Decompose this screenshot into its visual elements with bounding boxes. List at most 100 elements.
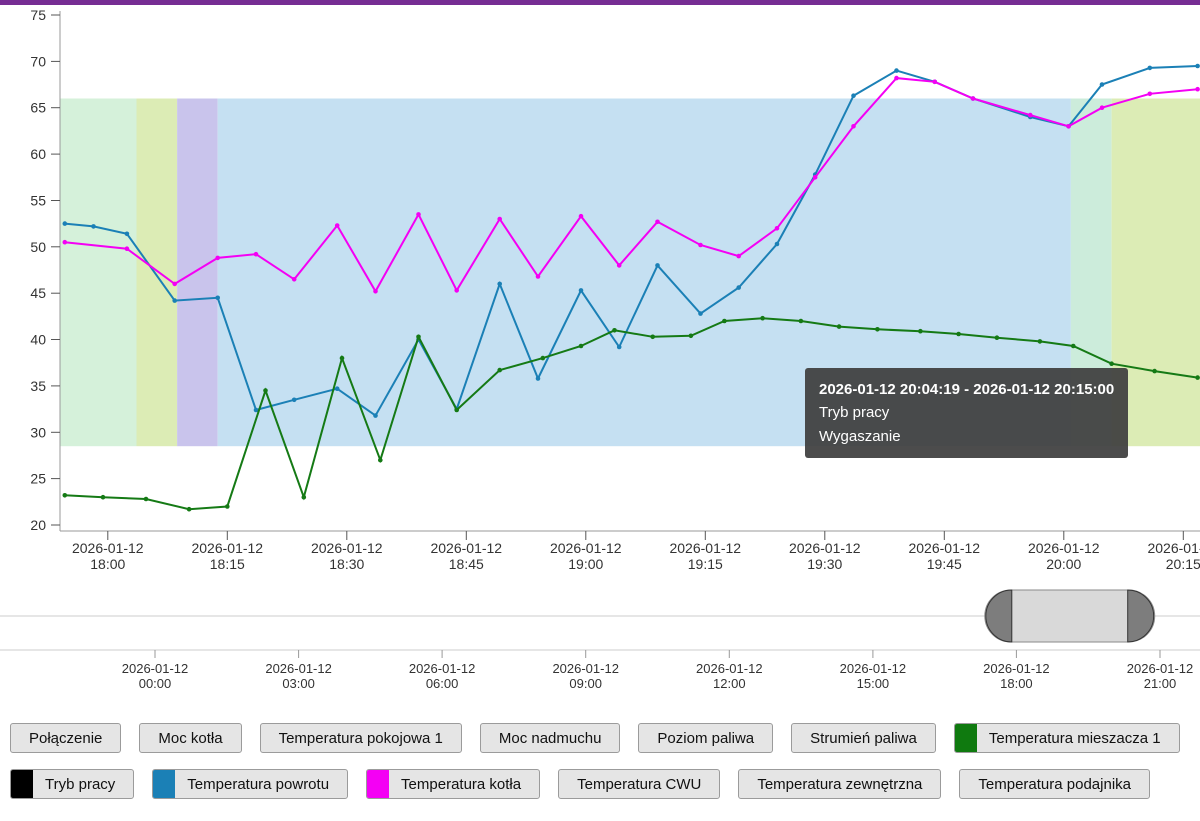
legend-label: Temperatura mieszacza 1: [989, 730, 1161, 747]
series-point-temperatura-kotła: [932, 80, 937, 85]
navigator-handle-left[interactable]: [986, 590, 1012, 642]
series-point-temperatura-mieszacza-1: [956, 332, 961, 337]
tooltip-time-range: 2026-01-12 20:04:19 - 2026-01-12 20:15:0…: [819, 378, 1114, 401]
legend-button-temperatura-cwu[interactable]: Temperatura CWU: [558, 769, 720, 799]
series-point-temperatura-kotła: [1028, 113, 1033, 118]
chart-area[interactable]: 7570656055504540353025202026-01-1218:002…: [0, 5, 1200, 575]
series-point-temperatura-mieszacza-1: [612, 328, 617, 333]
series-point-temperatura-mieszacza-1: [144, 497, 149, 502]
x-axis-date: 2026-01-12: [550, 540, 622, 556]
series-point-temperatura-kotła: [736, 254, 741, 259]
navigator-date: 2026-01-12: [409, 661, 476, 676]
series-point-temperatura-mieszacza-1: [302, 495, 307, 500]
navigator-date: 2026-01-12: [1127, 661, 1194, 676]
series-point-temperatura-mieszacza-1: [689, 334, 694, 339]
y-axis-label: 70: [30, 53, 46, 69]
series-point-temperatura-kotła: [971, 96, 976, 101]
series-point-temperatura-kotła: [851, 124, 856, 129]
legend-swatch-temperatura-mieszacza-1: [955, 724, 977, 752]
plot-band-tryb-pracy-2[interactable]: [177, 99, 218, 447]
series-point-temperatura-powrotu: [775, 242, 780, 247]
x-axis-time: 20:15: [1166, 556, 1200, 572]
legend-button-temperatura-zewnętrzna[interactable]: Temperatura zewnętrzna: [738, 769, 941, 799]
series-point-temperatura-powrotu: [655, 263, 660, 268]
series-point-temperatura-mieszacza-1: [995, 335, 1000, 340]
tooltip-value: Wygaszanie: [819, 425, 1114, 448]
main-chart[interactable]: 7570656055504540353025202026-01-1218:002…: [0, 5, 1200, 575]
navigator-date: 2026-01-12: [122, 661, 189, 676]
legend-button-moc-nadmuchu[interactable]: Moc nadmuchu: [480, 723, 621, 753]
series-point-temperatura-kotła: [292, 277, 297, 282]
navigator[interactable]: 2026-01-1200:002026-01-1203:002026-01-12…: [0, 580, 1200, 695]
legend-swatch-temperatura-kotła: [367, 770, 389, 798]
series-point-temperatura-powrotu: [215, 296, 220, 301]
y-axis-label: 30: [30, 424, 46, 440]
series-point-temperatura-powrotu: [536, 376, 541, 381]
navigator-date: 2026-01-12: [840, 661, 907, 676]
legend-button-temperatura-kotła[interactable]: Temperatura kotła: [366, 769, 540, 799]
navigator-handle-right[interactable]: [1128, 590, 1154, 642]
series-point-temperatura-mieszacza-1: [497, 368, 502, 373]
legend-button-temperatura-mieszacza-1[interactable]: Temperatura mieszacza 1: [954, 723, 1180, 753]
series-point-temperatura-powrotu: [617, 345, 622, 350]
x-axis-date: 2026-01-12: [669, 540, 741, 556]
series-point-temperatura-powrotu: [125, 232, 130, 237]
series-point-temperatura-mieszacza-1: [541, 356, 546, 361]
navigator-time: 21:00: [1144, 676, 1177, 691]
x-axis-time: 19:45: [927, 556, 962, 572]
series-point-temperatura-powrotu: [851, 93, 856, 98]
y-axis-label: 40: [30, 332, 46, 348]
series-point-temperatura-powrotu: [497, 282, 502, 287]
navigator-date: 2026-01-12: [552, 661, 619, 676]
series-point-temperatura-powrotu: [335, 386, 340, 391]
y-axis-label: 25: [30, 471, 46, 487]
series-point-temperatura-mieszacza-1: [1195, 375, 1200, 380]
legend-label: Tryb pracy: [45, 776, 115, 793]
series-point-temperatura-mieszacza-1: [650, 335, 655, 340]
legend-button-tryb-pracy[interactable]: Tryb pracy: [10, 769, 134, 799]
series-point-temperatura-powrotu: [63, 221, 68, 226]
x-axis-time: 19:30: [807, 556, 842, 572]
navigator-time: 15:00: [857, 676, 890, 691]
legend-label: Temperatura pokojowa 1: [279, 730, 443, 747]
series-point-temperatura-mieszacza-1: [340, 356, 345, 361]
legend-row-1: Połączenie Moc kotła Temperatura pokojowa …: [10, 723, 1200, 753]
legend-button-połączenie[interactable]: Połączenie: [10, 723, 121, 753]
series-point-temperatura-powrotu: [373, 413, 378, 418]
series-point-temperatura-mieszacza-1: [875, 327, 880, 332]
x-axis-time: 20:00: [1046, 556, 1081, 572]
series-point-temperatura-powrotu: [1148, 66, 1153, 71]
series-point-temperatura-kotła: [335, 223, 340, 228]
series-point-temperatura-kotła: [655, 220, 660, 225]
legend-button-temperatura-podajnika[interactable]: Temperatura podajnika: [959, 769, 1150, 799]
legend-label: Temperatura powrotu: [187, 776, 329, 793]
navigator-time: 09:00: [569, 676, 602, 691]
series-point-temperatura-kotła: [579, 214, 584, 219]
plot-band-tryb-pracy-0[interactable]: [60, 99, 137, 447]
legend-button-moc-kotła[interactable]: Moc kotła: [139, 723, 241, 753]
legend-button-temperatura-powrotu[interactable]: Temperatura powrotu: [152, 769, 348, 799]
series-point-temperatura-kotła: [617, 263, 622, 268]
series-point-temperatura-mieszacza-1: [722, 319, 727, 324]
series-point-temperatura-mieszacza-1: [225, 504, 230, 509]
series-point-temperatura-kotła: [775, 226, 780, 231]
legend-swatch-tryb-pracy: [11, 770, 33, 798]
legend-button-strumień-paliwa[interactable]: Strumień paliwa: [791, 723, 936, 753]
legend-button-temperatura-pokojowa-1[interactable]: Temperatura pokojowa 1: [260, 723, 462, 753]
series-point-temperatura-kotła: [813, 175, 818, 180]
navigator-date: 2026-01-12: [983, 661, 1050, 676]
legend-button-poziom-paliwa[interactable]: Poziom paliwa: [638, 723, 773, 753]
x-axis-date: 2026-01-12: [430, 540, 502, 556]
series-point-temperatura-powrotu: [894, 68, 899, 73]
y-axis-label: 65: [30, 100, 46, 116]
y-axis-label: 20: [30, 517, 46, 533]
y-axis-label: 50: [30, 239, 46, 255]
x-axis-date: 2026-01-12: [1147, 540, 1200, 556]
legend-label: Temperatura podajnika: [978, 776, 1131, 793]
series-point-temperatura-kotła: [416, 212, 421, 217]
series-point-temperatura-kotła: [497, 217, 502, 222]
plot-band-tryb-pracy-1[interactable]: [137, 99, 178, 447]
series-point-temperatura-mieszacza-1: [579, 344, 584, 349]
legend-label: Strumień paliwa: [810, 730, 917, 747]
x-axis-date: 2026-01-12: [789, 540, 861, 556]
